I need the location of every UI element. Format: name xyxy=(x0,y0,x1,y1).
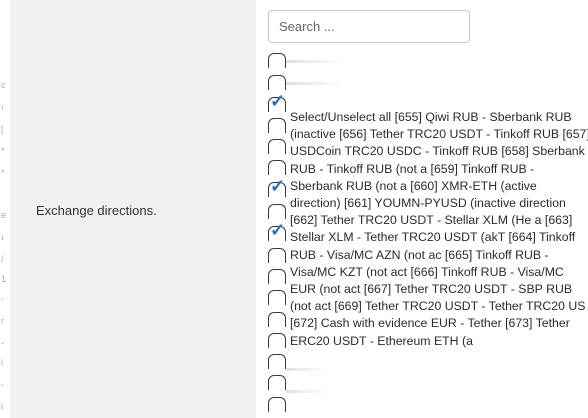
edge-mark: e xyxy=(1,210,7,220)
edge-mark: 1 xyxy=(1,274,7,284)
search-input[interactable] xyxy=(268,10,470,43)
label-panel: Exchange directions. xyxy=(10,0,256,418)
fade-line xyxy=(286,82,346,85)
edge-mark: r xyxy=(1,316,4,326)
checkbox[interactable] xyxy=(268,248,286,263)
edge-mark: * xyxy=(1,146,5,156)
exchange-directions-form: c ı [ * * e ı / 1 - r - l - l Exchange d… xyxy=(0,0,588,418)
edge-mark: ı xyxy=(1,232,4,242)
checkbox[interactable] xyxy=(268,118,286,133)
edge-mark: ı xyxy=(1,102,4,112)
checkbox[interactable] xyxy=(268,204,286,219)
checkbox[interactable] xyxy=(268,333,286,348)
fade-line xyxy=(286,60,346,63)
checkbox[interactable] xyxy=(268,290,286,305)
edge-mark: - xyxy=(1,380,4,390)
field-label: Exchange directions. xyxy=(36,203,157,218)
select-all-checkbox[interactable]: ✓ xyxy=(268,92,286,112)
directions-list-text: Select/Unselect all [655] Qiwi RUB - Sbe… xyxy=(290,110,588,348)
edge-mark: [ xyxy=(1,124,4,134)
edge-mark: - xyxy=(1,294,4,304)
edge-mark: l xyxy=(1,402,3,412)
checkmark-icon: ✓ xyxy=(270,220,286,240)
edge-mark: l xyxy=(1,358,3,368)
fade-line xyxy=(286,390,326,393)
checkbox[interactable] xyxy=(268,269,286,284)
checkbox[interactable]: ✓ xyxy=(268,221,286,241)
edge-mark: / xyxy=(1,254,4,264)
checkbox[interactable]: ✓ xyxy=(268,177,286,197)
checkbox[interactable] xyxy=(268,139,286,154)
fade-line xyxy=(286,368,326,371)
checkbox[interactable] xyxy=(268,312,286,327)
checkmark-icon: ✓ xyxy=(270,176,286,196)
checkbox[interactable] xyxy=(268,160,286,175)
edge-mark: - xyxy=(1,338,4,348)
edge-mark: * xyxy=(1,168,5,178)
edge-mark: c xyxy=(1,80,6,90)
checkbox[interactable] xyxy=(268,397,286,412)
checkmark-icon: ✓ xyxy=(270,91,286,111)
checkbox[interactable] xyxy=(268,53,286,68)
checkbox[interactable] xyxy=(268,375,286,390)
checkbox[interactable] xyxy=(268,75,286,90)
checkbox[interactable] xyxy=(268,354,286,369)
